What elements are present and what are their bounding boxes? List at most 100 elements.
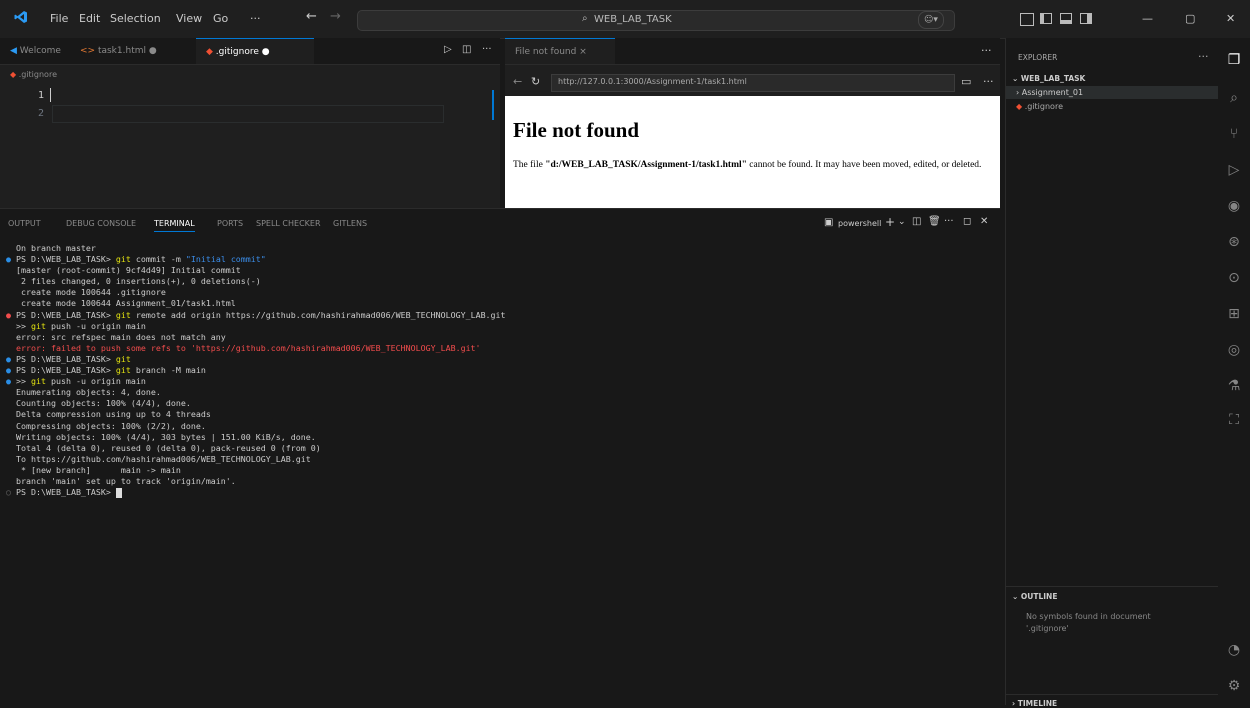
timeline-section[interactable]: › TIMELINE — [1006, 694, 1219, 708]
close-panel-icon[interactable]: ✕ — [980, 216, 988, 227]
terminal-line: branch 'main' set up to track 'origin/ma… — [6, 476, 991, 487]
command-decoration-icon: ● — [6, 353, 11, 364]
file-label: .gitignore — [1024, 102, 1063, 111]
live-server-icon[interactable]: ⊛ — [1226, 234, 1242, 250]
command-center-search[interactable]: ⌕ WEB_LAB_TASK — [357, 10, 955, 31]
run-icon[interactable]: ▷ — [444, 44, 452, 55]
open-browser-icon[interactable]: ▭ — [961, 75, 971, 88]
testing-icon[interactable]: ⚗ — [1226, 378, 1242, 394]
tab-spell-checker[interactable]: SPELL CHECKER — [256, 219, 321, 228]
maximize-icon[interactable]: ▢ — [1185, 12, 1195, 25]
command-decoration-icon — [6, 265, 16, 276]
toggle-panel-icon[interactable] — [1060, 13, 1072, 24]
terminal-line: ● PS D:\WEB_LAB_TASK> git branch -M main — [6, 365, 991, 376]
terminal-shell-label[interactable]: powershell — [838, 219, 881, 228]
accounts-icon[interactable]: ◔ — [1226, 642, 1242, 658]
folder-label: Assignment_01 — [1021, 88, 1084, 97]
source-control-icon[interactable]: ⑂ — [1226, 126, 1242, 142]
folder-assignment-01[interactable]: › Assignment_01 — [1006, 86, 1219, 99]
command-decoration-icon — [6, 398, 16, 409]
command-decoration-icon — [6, 332, 16, 343]
menu-selection[interactable]: Selection — [110, 12, 161, 25]
tab-debug-console[interactable]: DEBUG CONSOLE — [66, 219, 136, 228]
minimize-icon[interactable]: — — [1142, 12, 1153, 25]
tab-terminal[interactable]: TERMINAL — [154, 219, 195, 232]
terminal-line: error: failed to push some refs to 'http… — [6, 343, 991, 354]
preview-page: File not found The file "d:/WEB_LAB_TASK… — [505, 96, 1000, 208]
terminal-line: Counting objects: 100% (4/4), done. — [6, 398, 991, 409]
tab-gitignore[interactable]: ◆ .gitignore ● — [196, 38, 314, 64]
breadcrumb[interactable]: ◆ .gitignore — [10, 70, 57, 79]
more-actions-icon[interactable]: ··· — [944, 216, 954, 227]
terminal-icon: ▣ — [824, 217, 834, 228]
menu-edit[interactable]: Edit — [79, 12, 100, 25]
terminal-line: Writing objects: 100% (4/4), 303 bytes |… — [6, 432, 991, 443]
more-options-icon[interactable]: ··· — [983, 75, 994, 88]
maximize-panel-icon[interactable]: ◻ — [963, 216, 971, 227]
new-terminal-icon[interactable]: + — [885, 215, 895, 229]
editor-tabs: ◀ Welcome <> task1.html ● ◆ .gitignore ●… — [0, 38, 500, 65]
terminal-line: ● >> git push -u origin main — [6, 376, 991, 387]
close-icon[interactable]: ✕ — [1226, 12, 1235, 25]
terminal-line: Delta compression using up to 4 threads — [6, 409, 991, 420]
page-message: The file "d:/WEB_LAB_TASK/Assignment-1/t… — [513, 158, 991, 172]
toggle-primary-sidebar-icon[interactable] — [1040, 13, 1052, 24]
tab-gitlens[interactable]: GITLENS — [333, 219, 367, 228]
back-icon[interactable]: ← — [513, 75, 522, 88]
manage-gear-icon[interactable]: ⚙ — [1226, 678, 1242, 694]
command-decoration-icon: ● — [6, 365, 11, 376]
docker-icon[interactable]: ⛶ — [1226, 412, 1242, 428]
nav-forward-icon[interactable]: → — [330, 9, 341, 24]
command-decoration-icon — [6, 276, 16, 287]
command-center-label: WEB_LAB_TASK — [594, 14, 672, 25]
menu-go[interactable]: Go — [213, 12, 228, 25]
tab-output[interactable]: OUTPUT — [8, 219, 41, 228]
more-actions-icon[interactable]: ··· — [482, 44, 492, 55]
terminal-dropdown-icon[interactable]: ⌄ — [898, 217, 906, 227]
nav-back-icon[interactable]: ← — [306, 9, 317, 24]
more-actions-icon[interactable]: ··· — [1198, 50, 1209, 63]
extensions-icon[interactable]: ⊞ — [1226, 306, 1242, 322]
message-prefix: The file — [513, 160, 546, 170]
folder-root[interactable]: ⌄ WEB_LAB_TASK — [1012, 74, 1085, 83]
menu-file[interactable]: File — [50, 12, 68, 25]
file-gitignore[interactable]: ◆ .gitignore — [1016, 102, 1063, 111]
more-actions-icon[interactable]: ··· — [981, 44, 992, 57]
kill-terminal-icon[interactable]: 🗑 — [928, 216, 941, 227]
github-icon[interactable]: ⊙ — [1226, 270, 1242, 286]
gitlens-icon[interactable]: ◎ — [1226, 342, 1242, 358]
split-terminal-icon[interactable]: ◫ — [912, 216, 921, 227]
layout-customize-icon[interactable] — [1020, 13, 1034, 26]
preview-url-field[interactable]: http://127.0.0.1:3000/Assignment-1/task1… — [551, 74, 955, 92]
tab-label: Welcome — [19, 46, 61, 56]
tab-preview[interactable]: File not found × — [505, 38, 615, 64]
line-number-2: 2 — [38, 108, 45, 119]
terminal-output[interactable]: On branch master ● PS D:\WEB_LAB_TASK> git… — [6, 243, 991, 498]
editor-sash[interactable] — [492, 90, 494, 120]
command-decoration-icon — [6, 454, 16, 465]
command-decoration-icon — [6, 443, 16, 454]
split-editor-icon[interactable]: ◫ — [462, 44, 471, 55]
command-decoration-icon — [6, 432, 16, 443]
title-bar: File Edit Selection View Go ··· ← → ⌕ WE… — [0, 0, 1250, 39]
run-debug-icon[interactable]: ▷ — [1226, 162, 1242, 178]
outline-section[interactable]: ⌄ OUTLINE No symbols found in document '… — [1006, 586, 1219, 633]
reload-icon[interactable]: ↻ — [531, 75, 540, 88]
terminal-scrollbar[interactable] — [990, 249, 996, 699]
tab-task1-html[interactable]: <> task1.html ● — [70, 38, 194, 64]
toggle-secondary-sidebar-icon[interactable] — [1080, 13, 1092, 24]
message-suffix: cannot be found. It may have been moved,… — [746, 160, 982, 170]
editor-text-area[interactable] — [50, 86, 490, 204]
explorer-icon[interactable]: ❐ — [1226, 52, 1242, 68]
command-decoration-icon — [6, 409, 16, 420]
copilot-icon[interactable]: ☺▾ — [918, 11, 944, 29]
tab-ports[interactable]: PORTS — [217, 219, 243, 228]
terminal-line-text: PS D:\WEB_LAB_TASK> git remote add origi… — [16, 309, 506, 320]
search-icon[interactable]: ⌕ — [1226, 90, 1242, 106]
menu-view[interactable]: View — [176, 12, 202, 25]
tab-welcome[interactable]: ◀ Welcome — [0, 38, 68, 64]
remote-explorer-icon[interactable]: ◉ — [1226, 198, 1242, 214]
menu-more[interactable]: ··· — [250, 12, 261, 25]
terminal-line-text: To https://github.com/hashirahmad006/WEB… — [16, 453, 311, 464]
terminal-line-text: Delta compression using up to 4 threads — [16, 409, 211, 420]
